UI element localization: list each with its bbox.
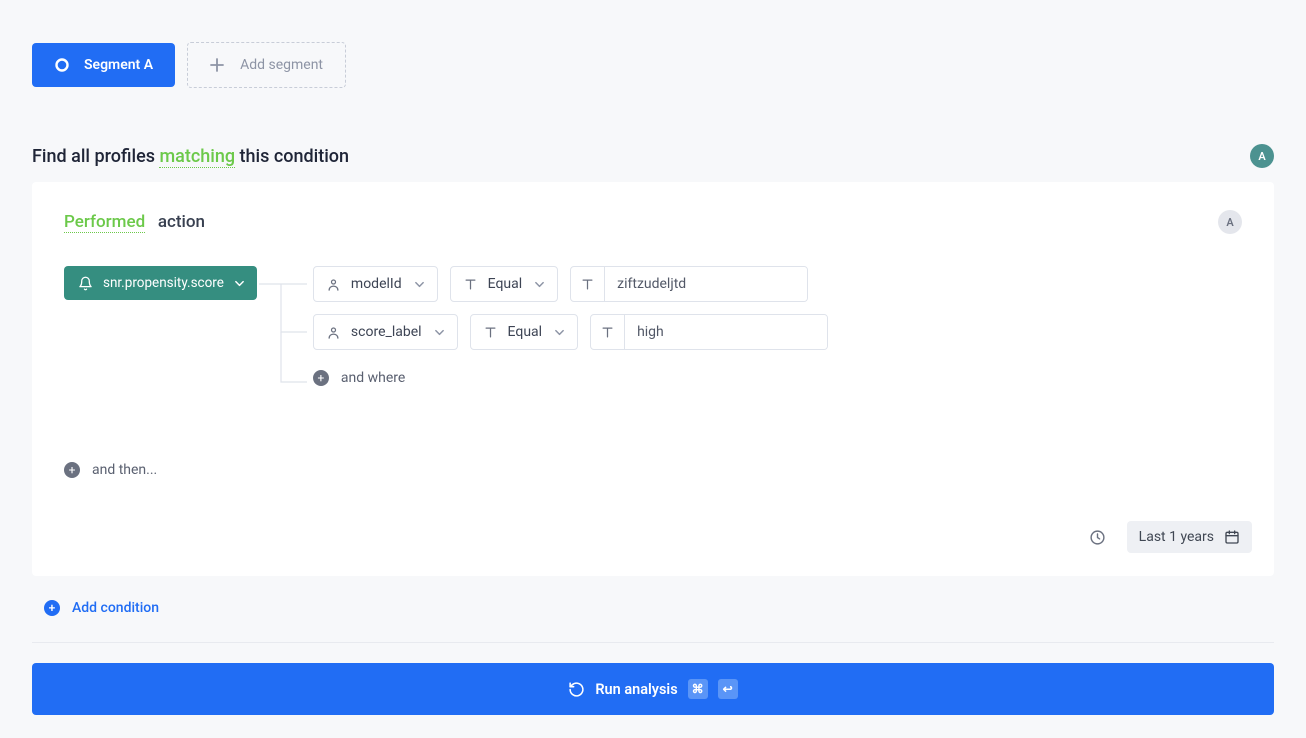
condition-type-label: Performed action bbox=[64, 212, 205, 232]
add-where-button[interactable]: + and where bbox=[313, 362, 828, 386]
param-op-select[interactable]: Equal bbox=[450, 266, 559, 302]
add-segment-label: Add segment bbox=[240, 57, 323, 73]
clock-icon bbox=[1089, 529, 1106, 546]
date-range-selector[interactable]: Last 1 years bbox=[1127, 521, 1252, 553]
param-value-input-wrap bbox=[570, 266, 808, 302]
param-value-input[interactable] bbox=[625, 315, 827, 349]
bracket-connector bbox=[257, 266, 313, 426]
segment-tab-label: Segment A bbox=[84, 57, 153, 73]
and-where-label: and where bbox=[341, 370, 405, 386]
param-op-label: Equal bbox=[488, 276, 523, 292]
text-icon bbox=[483, 325, 498, 340]
cmd-key-icon: ⌘ bbox=[688, 679, 708, 699]
param-value-input[interactable] bbox=[605, 267, 807, 301]
user-icon bbox=[326, 277, 341, 292]
chevron-down-icon bbox=[434, 327, 445, 338]
and-then-label: and then... bbox=[92, 462, 157, 478]
time-scope-button[interactable] bbox=[1081, 520, 1115, 554]
plus-circle-icon: + bbox=[44, 600, 60, 616]
param-row: score_label Equal bbox=[313, 314, 828, 350]
circle-outline-icon bbox=[54, 57, 70, 73]
param-attr-select[interactable]: score_label bbox=[313, 314, 458, 350]
run-analysis-button[interactable]: Run analysis ⌘ ↩ bbox=[32, 663, 1274, 715]
param-op-label: Equal bbox=[508, 324, 543, 340]
chevron-down-icon bbox=[234, 278, 245, 289]
param-attr-label: modelId bbox=[351, 276, 402, 292]
plus-circle-icon: + bbox=[64, 462, 80, 478]
plus-icon bbox=[210, 58, 224, 72]
run-analysis-label: Run analysis bbox=[595, 681, 677, 698]
param-attr-label: score_label bbox=[351, 324, 422, 340]
add-condition-button[interactable]: + Add condition bbox=[44, 600, 1274, 616]
matching-toggle[interactable]: matching bbox=[159, 146, 235, 168]
param-attr-select[interactable]: modelId bbox=[313, 266, 438, 302]
calendar-icon bbox=[1224, 529, 1240, 545]
segment-tab-a[interactable]: Segment A bbox=[32, 43, 175, 87]
chevron-down-icon bbox=[554, 327, 565, 338]
chevron-down-icon bbox=[534, 279, 545, 290]
segment-badge: A bbox=[1250, 144, 1274, 168]
text-icon bbox=[580, 277, 595, 292]
add-segment-button[interactable]: Add segment bbox=[187, 42, 346, 88]
date-range-label: Last 1 years bbox=[1139, 529, 1214, 545]
event-name: snr.propensity.score bbox=[103, 275, 224, 291]
text-icon bbox=[463, 277, 478, 292]
text-icon bbox=[600, 325, 615, 340]
add-then-button[interactable]: + and then... bbox=[64, 462, 1242, 478]
add-condition-label: Add condition bbox=[72, 600, 159, 616]
performed-toggle[interactable]: Performed bbox=[64, 212, 145, 233]
chevron-down-icon bbox=[414, 279, 425, 290]
divider bbox=[32, 642, 1274, 643]
bell-icon bbox=[78, 276, 93, 291]
condition-segment-badge: A bbox=[1218, 210, 1242, 234]
param-row: modelId Equal bbox=[313, 266, 828, 302]
segment-tabs: Segment A Add segment bbox=[32, 42, 1274, 88]
condition-card: Performed action A snr.propensity.score bbox=[32, 182, 1274, 576]
page-title: Find all profiles matching this conditio… bbox=[32, 146, 349, 167]
enter-key-icon: ↩ bbox=[718, 679, 738, 699]
user-icon bbox=[326, 325, 341, 340]
plus-circle-icon: + bbox=[313, 370, 329, 386]
param-value-input-wrap bbox=[590, 314, 828, 350]
refresh-icon bbox=[568, 681, 585, 698]
event-selector[interactable]: snr.propensity.score bbox=[64, 266, 257, 300]
param-op-select[interactable]: Equal bbox=[470, 314, 579, 350]
